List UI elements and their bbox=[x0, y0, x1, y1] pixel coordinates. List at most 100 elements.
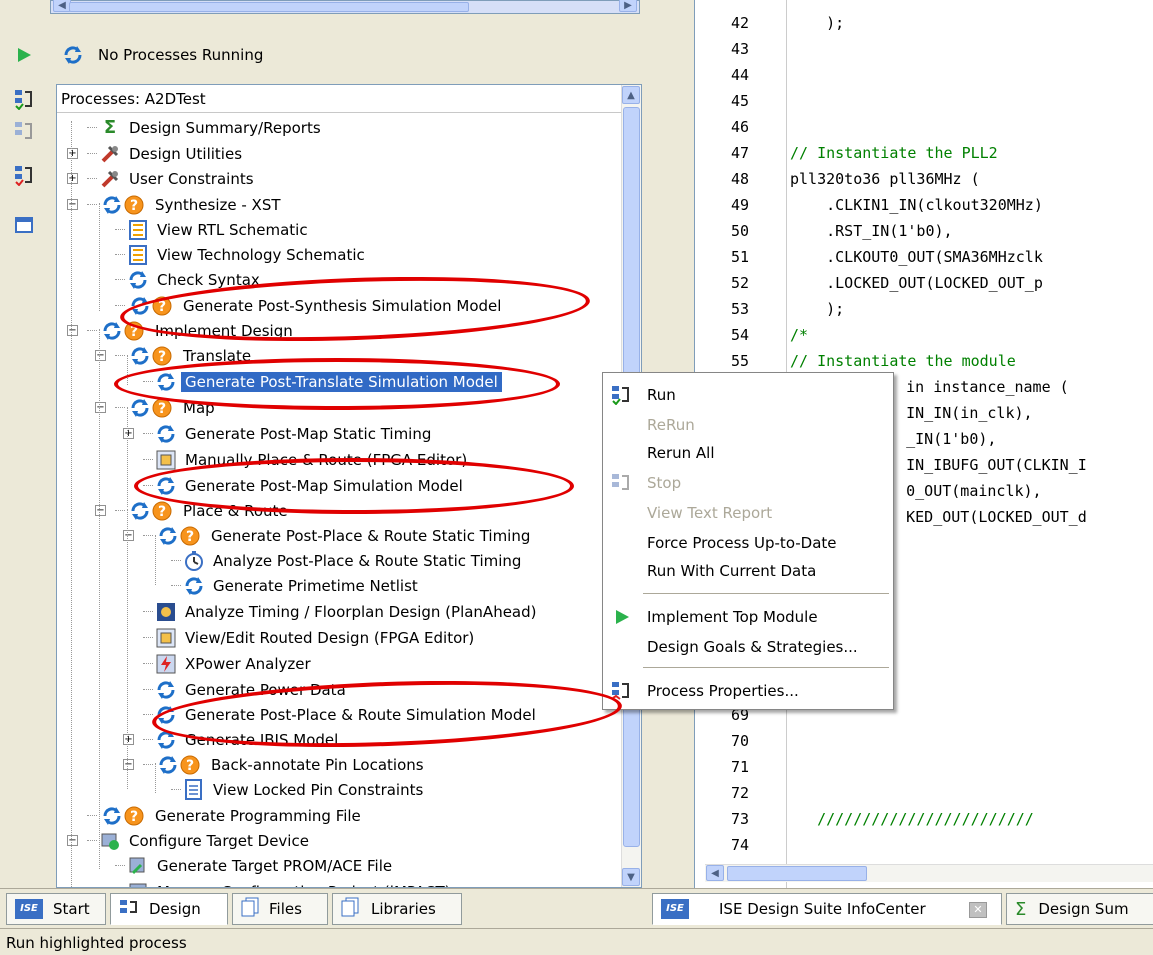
tab-start[interactable]: ISE Start bbox=[6, 893, 106, 925]
collapse-icon[interactable]: − bbox=[95, 505, 106, 516]
run-button[interactable] bbox=[10, 42, 38, 68]
menu-label: Force Process Up-to-Date bbox=[647, 534, 837, 552]
collapse-icon[interactable]: − bbox=[95, 402, 106, 413]
run-process-button[interactable] bbox=[10, 86, 38, 112]
process-item[interactable]: View Technology Schematic bbox=[115, 242, 369, 267]
scroll-thumb[interactable] bbox=[727, 866, 867, 881]
process-item[interactable]: Manually Place & Route (FPGA Editor) bbox=[143, 447, 471, 472]
tab-libraries[interactable]: Libraries bbox=[332, 893, 462, 925]
code-line: /* bbox=[790, 326, 809, 344]
process-item[interactable]: Generate Power Data bbox=[143, 677, 350, 702]
process-label: View Locked Pin Constraints bbox=[213, 780, 424, 799]
process-item[interactable]: User Constraints bbox=[87, 166, 258, 191]
tree-connector bbox=[87, 840, 97, 841]
process-item[interactable]: XPower Analyzer bbox=[143, 651, 315, 676]
scroll-down-button[interactable]: ▼ bbox=[622, 868, 640, 886]
line-number: 55 bbox=[731, 352, 750, 370]
menu-item-run[interactable]: Run bbox=[603, 381, 893, 409]
process-item[interactable]: Configure Target Device bbox=[87, 828, 313, 853]
menu-item-stop[interactable]: Stop bbox=[603, 469, 893, 497]
tab-files[interactable]: Files bbox=[232, 893, 328, 925]
process-item[interactable]: ? Map bbox=[115, 395, 219, 420]
menu-item-process-properties[interactable]: Process Properties... bbox=[603, 677, 893, 705]
process-item[interactable]: ? Synthesize - XST bbox=[87, 192, 285, 217]
collapse-icon[interactable]: − bbox=[67, 835, 78, 846]
menu-item-implement-top-module[interactable]: Implement Top Module bbox=[603, 603, 893, 631]
tab-infocenter[interactable]: ISE ISE Design Suite InfoCenter ✕ bbox=[652, 893, 1002, 925]
processes-panel: Processes: A2DTest ▲ ▼ Σ Design Summary/R… bbox=[56, 84, 642, 888]
close-icon[interactable]: ✕ bbox=[969, 902, 987, 918]
process-item[interactable]: Σ Design Summary/Reports bbox=[87, 115, 325, 140]
process-label: Place & Route bbox=[183, 501, 288, 520]
tree-connector bbox=[171, 789, 181, 790]
process-item[interactable]: ? Generate Post-Synthesis Simulation Mode… bbox=[115, 293, 505, 318]
rerun-all-button[interactable] bbox=[10, 162, 38, 188]
libraries-icon bbox=[341, 897, 359, 921]
process-item[interactable]: View RTL Schematic bbox=[115, 217, 312, 242]
tools-icon bbox=[99, 143, 121, 165]
code-line: ); bbox=[790, 300, 845, 318]
refresh-warning-icon: ? bbox=[99, 805, 147, 827]
process-item[interactable]: ? Place & Route bbox=[115, 498, 292, 523]
process-item[interactable]: Check Syntax bbox=[115, 267, 264, 292]
process-item[interactable]: Generate Post-Translate Simulation Model bbox=[143, 369, 502, 394]
menu-label: Run bbox=[647, 386, 676, 404]
process-item[interactable]: Analyze Post-Place & Route Static Timing bbox=[171, 548, 525, 573]
collapse-icon[interactable]: − bbox=[123, 530, 134, 541]
process-item[interactable]: View Locked Pin Constraints bbox=[171, 777, 427, 802]
tree-connector bbox=[143, 485, 153, 486]
scroll-left-button[interactable]: ◀ bbox=[706, 865, 724, 881]
menu-item-rerun-all[interactable]: Rerun All bbox=[603, 439, 893, 467]
top-horizontal-scrollbar[interactable]: ◀ ▶ bbox=[50, 0, 640, 14]
tree-line bbox=[155, 535, 156, 585]
menu-item-design-goals[interactable]: Design Goals & Strategies... bbox=[603, 633, 893, 661]
process-item[interactable]: ? Generate Programming File bbox=[87, 803, 365, 828]
panel-toggle-button[interactable] bbox=[10, 212, 38, 238]
svg-text:?: ? bbox=[158, 349, 166, 365]
process-item[interactable]: ? Translate bbox=[115, 343, 255, 368]
process-item[interactable]: ? Implement Design bbox=[87, 318, 297, 343]
menu-item-force-up-to-date[interactable]: Force Process Up-to-Date bbox=[603, 529, 893, 557]
tree-connector bbox=[87, 815, 97, 816]
process-item[interactable]: Manage Configuration Project (iMPACT) bbox=[115, 879, 454, 887]
scroll-right-button[interactable]: ▶ bbox=[619, 0, 637, 12]
menu-item-view-text-report[interactable]: View Text Report bbox=[603, 499, 893, 527]
line-number: 48 bbox=[731, 170, 750, 188]
tab-design-summary[interactable]: Σ Design Sum bbox=[1006, 893, 1153, 925]
menu-item-run-with-current-data[interactable]: Run With Current Data bbox=[603, 557, 893, 585]
process-item[interactable]: Generate Primetime Netlist bbox=[171, 573, 422, 598]
process-item[interactable]: Generate IBIS Model bbox=[143, 727, 342, 752]
status-bar: Run highlighted process bbox=[0, 928, 1153, 955]
scroll-up-button[interactable]: ▲ bbox=[622, 86, 640, 104]
process-item[interactable]: ? Generate Post-Place & Route Static Timi… bbox=[143, 523, 534, 548]
code-horizontal-scrollbar[interactable]: ◀ bbox=[705, 864, 1153, 882]
collapse-icon[interactable]: − bbox=[67, 199, 78, 210]
expand-icon[interactable]: + bbox=[123, 734, 134, 745]
process-item[interactable]: Generate Post-Map Static Timing bbox=[143, 421, 435, 446]
menu-item-rerun[interactable]: ReRun bbox=[603, 411, 893, 439]
collapse-icon[interactable]: − bbox=[95, 350, 106, 361]
tree-line bbox=[155, 763, 156, 793]
process-item[interactable]: View/Edit Routed Design (FPGA Editor) bbox=[143, 625, 478, 650]
process-item[interactable]: Generate Post-Place & Route Simulation M… bbox=[143, 702, 540, 727]
scroll-thumb[interactable] bbox=[69, 2, 469, 12]
collapse-icon[interactable]: − bbox=[123, 759, 134, 770]
fpga-editor-icon bbox=[155, 449, 177, 471]
process-item[interactable]: ? Back-annotate Pin Locations bbox=[143, 752, 428, 777]
tab-label: Design bbox=[149, 900, 201, 918]
expand-icon[interactable]: + bbox=[123, 428, 134, 439]
process-item[interactable]: Generate Target PROM/ACE File bbox=[115, 853, 396, 878]
process-status: No Processes Running bbox=[50, 36, 640, 76]
collapse-icon[interactable]: − bbox=[67, 325, 78, 336]
expand-icon[interactable]: + bbox=[67, 173, 78, 184]
device-icon bbox=[99, 830, 121, 852]
process-item[interactable]: Analyze Timing / Floorplan Design (PlanA… bbox=[143, 599, 541, 624]
process-label: Generate Post-Translate Simulation Model bbox=[181, 371, 502, 392]
rerun-button[interactable] bbox=[10, 118, 38, 144]
process-item[interactable]: Generate Post-Map Simulation Model bbox=[143, 473, 467, 498]
svg-text:?: ? bbox=[158, 401, 166, 417]
tab-design[interactable]: Design bbox=[110, 893, 228, 925]
process-item[interactable]: Design Utilities bbox=[87, 141, 246, 166]
process-label: XPower Analyzer bbox=[185, 654, 311, 673]
expand-icon[interactable]: + bbox=[67, 148, 78, 159]
